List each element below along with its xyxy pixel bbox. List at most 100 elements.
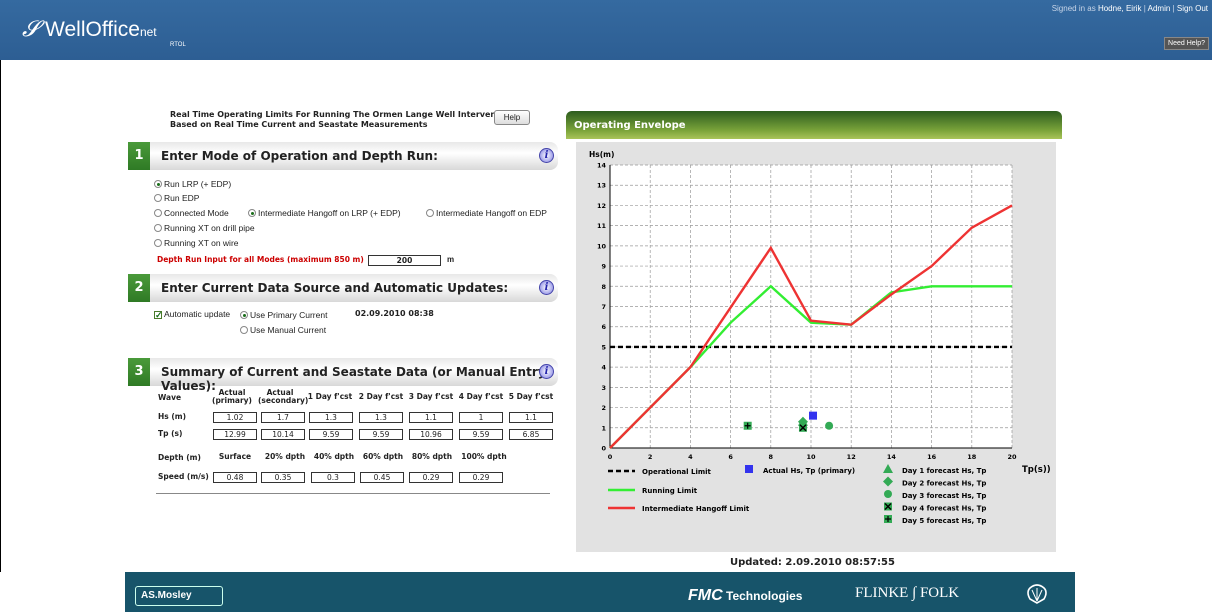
legend-forecast-label: Day 4 forecast Hs, Tp [902, 505, 986, 513]
radio-icon [154, 194, 162, 202]
tp-input[interactable]: 6.85 [509, 429, 553, 440]
hs-input[interactable]: 1.1 [509, 412, 553, 423]
radio-primary-current[interactable]: Use Primary Current [240, 310, 327, 320]
admin-link[interactable]: Admin [1148, 4, 1171, 13]
hs-input[interactable]: 1.3 [309, 412, 353, 423]
radio-run-edp[interactable]: Run EDP [154, 193, 199, 203]
data-point-circle [825, 421, 834, 430]
radio-run-lrp[interactable]: Run LRP (+ EDP) [154, 179, 231, 189]
col-100: 100% dpth [461, 452, 507, 461]
radio-ih-lrp[interactable]: Intermediate Hangoff on LRP (+ EDP) [248, 208, 401, 218]
y-tick-label: 14 [597, 162, 607, 170]
tp-input[interactable]: 12.99 [213, 429, 257, 440]
hs-input[interactable]: 1.1 [409, 412, 453, 423]
x-tick-label: 0 [608, 453, 613, 461]
welloffice-swoosh-icon: 𝓢 [22, 16, 40, 41]
col-day5: 5 Day f'cst [508, 392, 554, 401]
info-icon[interactable]: i [539, 280, 554, 295]
col-40: 40% dpth [313, 452, 355, 461]
divider [156, 493, 550, 494]
speed-input[interactable]: 0.35 [261, 472, 305, 483]
updated-timestamp: Updated: 2.09.2010 08:57:55 [730, 557, 895, 568]
welloffice-logo[interactable]: 𝓢 WellOfficenet RTOL [22, 16, 186, 48]
shell-logo [1027, 584, 1047, 604]
legend-forecast-marker [884, 490, 892, 498]
legend-forecast-marker [883, 464, 893, 473]
x-tick-label: 20 [1007, 453, 1017, 461]
depth-unit: m [447, 255, 455, 264]
hs-input[interactable]: 1.02 [213, 412, 257, 423]
radio-icon [240, 326, 248, 334]
data-point-x [798, 423, 807, 432]
legend-forecast-label: Day 3 forecast Hs, Tp [902, 492, 986, 500]
col-surface: Surface [218, 452, 252, 461]
legend-forecast-marker [883, 476, 893, 487]
radio-icon [248, 209, 256, 217]
legend-forecast-label: Day 5 forecast Hs, Tp [902, 517, 986, 525]
x-tick-label: 8 [769, 453, 774, 461]
tp-input[interactable]: 9.59 [459, 429, 503, 440]
sign-out-link[interactable]: Sign Out [1177, 4, 1208, 13]
speed-input[interactable]: 0.3 [311, 472, 355, 483]
operating-envelope-header: Operating Envelope [566, 111, 1062, 139]
col-actual-secondary: Actual (secondary) [258, 388, 309, 405]
tp-input[interactable]: 9.59 [309, 429, 353, 440]
footer: AS.Mosley FMC Technologies FLINKE ∫ FOLK [125, 572, 1075, 612]
y-axis-label: Hs(m) [589, 150, 614, 159]
radio-xt-wire[interactable]: Running XT on wire [154, 238, 239, 248]
speed-input[interactable]: 0.29 [409, 472, 453, 483]
info-icon[interactable]: i [539, 364, 554, 379]
speed-input[interactable]: 0.29 [459, 472, 503, 483]
flinke-folk-logo: FLINKE ∫ FOLK [855, 585, 960, 601]
legend-forecast-marker [884, 502, 892, 511]
x-tick-label: 16 [927, 453, 937, 461]
radio-ih-edp[interactable]: Intermediate Hangoff on EDP [426, 208, 547, 218]
depth-run-input[interactable]: 200 [368, 255, 441, 266]
legend-intermediate-hangoff-label: Intermediate Hangoff Limit [642, 505, 750, 513]
speed-input[interactable]: 0.48 [213, 472, 257, 483]
info-icon[interactable]: i [539, 148, 554, 163]
y-tick-label: 4 [601, 364, 606, 372]
radio-icon [240, 311, 248, 319]
current-timestamp: 02.09.2010 08:38 [355, 309, 434, 318]
radio-icon [154, 209, 162, 217]
y-tick-label: 1 [601, 424, 606, 432]
radio-icon [154, 239, 162, 247]
y-tick-label: 11 [597, 222, 607, 230]
radio-icon [426, 209, 434, 217]
radio-xt-drill-pipe[interactable]: Running XT on drill pipe [154, 223, 255, 233]
need-help-button[interactable]: Need Help? [1164, 37, 1209, 50]
help-button[interactable]: Help [494, 110, 530, 125]
x-tick-label: 12 [847, 453, 856, 461]
legend-forecast-marker [884, 515, 892, 523]
hs-input[interactable]: 1.7 [261, 412, 305, 423]
legend-running-limit-label: Running Limit [642, 487, 698, 495]
tp-input[interactable]: 10.14 [261, 429, 305, 440]
y-tick-label: 2 [601, 404, 606, 412]
y-tick-label: 6 [601, 323, 606, 331]
tp-input[interactable]: 9.59 [359, 429, 403, 440]
section-2-header: 2 Enter Current Data Source and Automati… [128, 274, 558, 302]
swoosh-icon: ∫ [912, 585, 917, 601]
tp-input[interactable]: 10.96 [409, 429, 453, 440]
hs-input[interactable]: 1 [459, 412, 503, 423]
radio-connected-mode[interactable]: Connected Mode [154, 208, 229, 218]
y-tick-label: 8 [601, 283, 606, 291]
hs-label: Hs (m) [158, 412, 187, 421]
col-20: 20% dpth [264, 452, 306, 461]
y-tick-label: 10 [597, 242, 607, 250]
automatic-update-checkbox[interactable]: ✓Automatic update [154, 309, 230, 320]
operating-envelope-chart: 0 2 4 6 8 10 12 14 16 18 2001234567891011121314Hs(… [589, 150, 1051, 525]
radio-icon [154, 180, 162, 188]
legend-forecast-label: Day 1 forecast Hs, Tp [902, 467, 986, 475]
radio-manual-current[interactable]: Use Manual Current [240, 325, 326, 335]
col-day3: 3 Day f'cst [408, 392, 454, 401]
y-tick-label: 3 [601, 384, 606, 392]
speed-input[interactable]: 0.45 [360, 472, 404, 483]
depth-label: Depth (m) [158, 453, 201, 462]
hs-input[interactable]: 1.3 [359, 412, 403, 423]
y-tick-label: 7 [601, 303, 606, 311]
x-tick-label: 14 [887, 453, 897, 461]
tp-label: Tp (s) [158, 429, 183, 438]
fmc-logo: FMC Technologies [688, 587, 803, 604]
